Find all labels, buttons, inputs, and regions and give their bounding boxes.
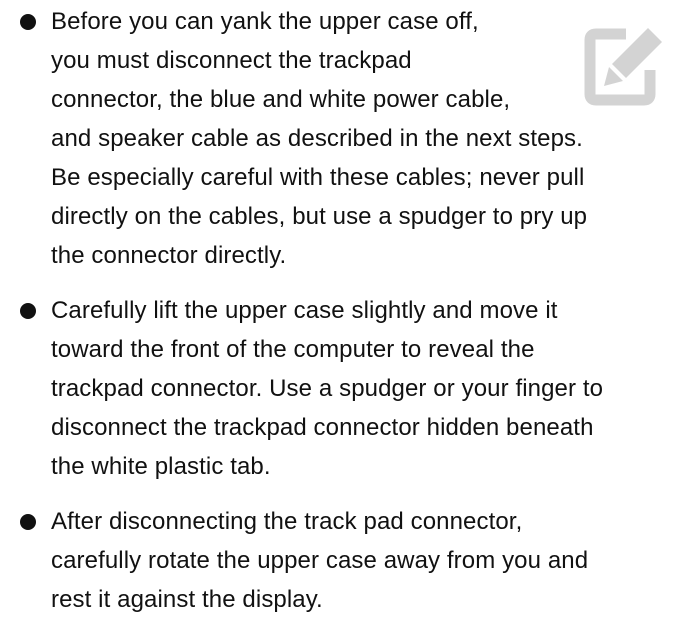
list-item: Before you can yank the upper case off, … [0, 2, 675, 275]
list-item: Carefully lift the upper case slightly a… [0, 291, 675, 486]
step-text: Carefully lift the upper case slightly a… [51, 297, 604, 480]
bullet-icon [20, 514, 36, 530]
bullet-icon [20, 303, 36, 319]
step-text: After disconnecting the track pad connec… [51, 508, 589, 613]
bullet-icon [20, 14, 36, 30]
list-item: After disconnecting the track pad connec… [0, 502, 675, 619]
step-list: Before you can yank the upper case off, … [0, 0, 675, 619]
step-text: Before you can yank the upper case off, … [51, 8, 588, 269]
